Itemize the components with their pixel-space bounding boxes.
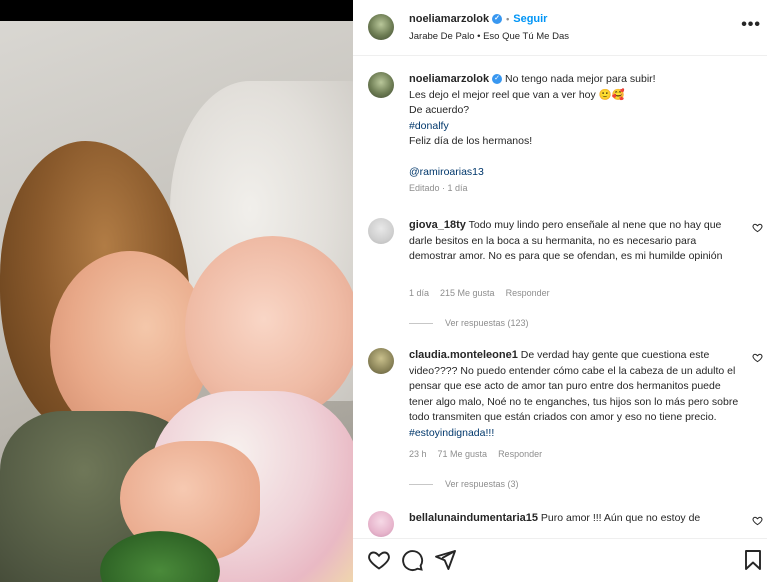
caption-line: De acuerdo? <box>409 104 470 116</box>
comment-like-icon[interactable] <box>752 515 763 529</box>
share-icon[interactable] <box>433 548 457 572</box>
comment-meta: 23 h 71 Me gusta Responder <box>409 449 553 459</box>
caption-line: No tengo nada mejor para subir! <box>505 73 656 85</box>
commenter-username[interactable]: claudia.monteleone1 <box>409 349 518 361</box>
view-replies-label[interactable]: Ver respuestas (3) <box>445 479 519 489</box>
separator-dot: • <box>506 14 510 25</box>
comment-meta: 1 día 215 Me gusta Responder <box>409 288 561 298</box>
commenter-avatar[interactable] <box>368 511 394 537</box>
comment-hashtag[interactable]: #estoyindignada!!! <box>409 427 494 439</box>
comment-likes[interactable]: 71 Me gusta <box>438 449 488 459</box>
comment-time: 23 h <box>409 449 427 459</box>
caption-avatar[interactable] <box>368 72 394 98</box>
comment-likes[interactable]: 215 Me gusta <box>440 288 495 298</box>
comment-body: claudia.monteleone1 De verdad hay gente … <box>409 348 744 441</box>
view-replies-label[interactable]: Ver respuestas (123) <box>445 318 529 328</box>
comment-body: bellalunaindumentaria15 Puro amor !!! Aú… <box>409 511 744 527</box>
instagram-post-view: noeliamarzolok ✓ • Seguir Jarabe De Palo • … <box>0 0 767 582</box>
reply-button[interactable]: Responder <box>506 288 550 298</box>
commenter-username[interactable]: giova_18ty <box>409 219 466 231</box>
caption-hashtag[interactable]: #donalfy <box>409 120 449 132</box>
comment-body: giova_18ty Todo muy lindo pero enseñale … <box>409 218 744 265</box>
audio-track[interactable]: Jarabe De Palo • Eso Que Tú Me Das <box>409 31 569 42</box>
commenter-avatar[interactable] <box>368 348 394 374</box>
comment-text: Puro amor !!! Aún que no estoy de <box>540 512 701 524</box>
caption-meta: Editado · 1 día <box>409 182 468 193</box>
post-side-panel: noeliamarzolok ✓ • Seguir Jarabe De Palo • … <box>353 0 767 582</box>
comment-like-icon[interactable] <box>752 352 763 366</box>
more-options-icon[interactable]: ••• <box>741 16 761 34</box>
commenter-avatar[interactable] <box>368 218 394 244</box>
verified-badge-icon: ✓ <box>492 14 503 25</box>
view-replies[interactable]: Ver respuestas (3) <box>409 479 519 489</box>
author-username[interactable]: noeliamarzolok <box>409 13 489 25</box>
author-avatar[interactable] <box>368 14 394 40</box>
comments-section[interactable]: noeliamarzolok ✓ No tengo nada mejor para… <box>353 56 767 538</box>
divider-line <box>409 323 433 325</box>
reply-button[interactable]: Responder <box>498 449 542 459</box>
video-frame[interactable] <box>0 21 353 582</box>
caption-username[interactable]: noeliamarzolok <box>409 73 489 85</box>
bookmark-icon[interactable] <box>741 548 765 572</box>
caption-line: Les dejo el mejor reel que van a ver hoy… <box>409 88 625 101</box>
commenter-username[interactable]: bellalunaindumentaria15 <box>409 512 538 524</box>
comment-icon[interactable] <box>400 548 424 572</box>
view-replies[interactable]: Ver respuestas (123) <box>409 318 529 328</box>
heart-icon[interactable] <box>367 548 391 572</box>
caption-body: noeliamarzolok ✓ No tengo nada mejor para… <box>409 72 759 196</box>
follow-button[interactable]: Seguir <box>513 13 547 25</box>
caption-mention[interactable]: @ramiroarias13 <box>409 166 484 178</box>
comment-time: 1 día <box>409 288 430 298</box>
caption-line: Feliz día de los hermanos! <box>409 135 533 147</box>
author-username-row: noeliamarzolok ✓ • Seguir <box>409 13 547 25</box>
post-header: noeliamarzolok ✓ • Seguir Jarabe De Palo • … <box>353 0 767 56</box>
post-media[interactable] <box>0 0 353 582</box>
verified-badge-icon: ✓ <box>492 74 503 85</box>
post-action-bar <box>353 538 767 582</box>
divider-line <box>409 484 433 486</box>
comment-like-icon[interactable] <box>752 222 763 236</box>
